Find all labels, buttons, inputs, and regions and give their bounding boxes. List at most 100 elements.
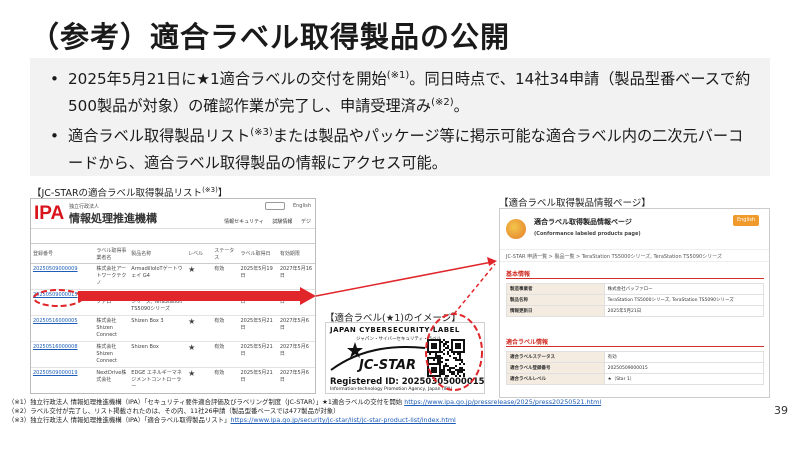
nav-item[interactable]: デジ [301, 219, 311, 225]
table-cell: 2025年5月21日 [238, 367, 278, 393]
breadcrumb[interactable]: JC-STAR 申請一覧 > 製品一覧 > TeraStation TS5000… [500, 249, 769, 262]
footnote: （※3）独立行政法人 情報処理推進機構（IPA）「適合ラベル取得製品リスト」ht… [8, 416, 601, 425]
column-header[interactable]: ラベル取得事業者名 [94, 243, 130, 264]
column-header[interactable]: 登録番号 [31, 243, 95, 264]
registration-link[interactable]: 20250509000019 [31, 367, 95, 393]
table-cell: ★ [186, 315, 213, 342]
product-list-screenshot: IPA 独立行政法人 情報処理推進機構 English 情報セキュリティ 試験情… [30, 198, 316, 394]
product-list-table: 登録番号 ラベル取得事業者名 製品名称 レベル ステータス ラベル取得日 有効期限 2025… [31, 243, 315, 395]
language-link[interactable]: English [293, 203, 311, 209]
registration-link[interactable]: 20250509000015 [31, 289, 95, 316]
connector-line [315, 261, 493, 297]
info-value: 20250509000015 [603, 362, 765, 374]
table-cell: 2027年5月6日 [278, 394, 315, 395]
registration-link[interactable]: 20250516000005 [31, 315, 95, 342]
nav-item[interactable]: 試験情報 [272, 219, 292, 225]
table-cell: NextDrive株式会社 [94, 367, 130, 393]
table-cell: 2025年5月19日 [238, 263, 278, 290]
info-row: 情報更新日 2025年5月21日 [506, 305, 765, 317]
table-cell: アクシスコミュニケーションズ [94, 394, 129, 395]
search-input[interactable] [265, 202, 285, 210]
registration-link[interactable]: 20250509000009 [31, 263, 95, 290]
table-row: 20250509000019 NextDrive株式会社 EDGE エネルギーマネジ… [31, 367, 315, 393]
table-cell: 株式会社Shizen Connect [94, 315, 130, 342]
table-cell: ★ [186, 367, 213, 393]
label-org: Information-technology Promotion Agency,… [330, 387, 453, 392]
column-header[interactable]: レベル [186, 243, 213, 264]
label-info-table: 適合ラベルステータス 有効 適合ラベル登録番号 20250509000015 適合ラベル… [506, 351, 765, 385]
qr-code-icon[interactable] [427, 339, 465, 377]
info-row: 適合ラベル登録番号 20250509000015 [506, 362, 765, 374]
table-cell: 2027年5月6日 [277, 367, 315, 393]
basic-info-table: 製造事業者 株式会社バッファロー 製品名称 TeraStation TS5000シリー… [506, 283, 765, 317]
table-cell: Shizen Box [129, 341, 187, 368]
caption-sup: (※3) [202, 185, 218, 194]
table-cell: 有効 [212, 263, 239, 290]
product-page-subtitle: (Conformance labeled products page) [534, 231, 641, 237]
table-cell: TeraStation TS5000シリーズ, TeraStation TS50… [129, 289, 187, 316]
info-key: 製品名称 [506, 294, 605, 306]
info-value: ★（Star 1） [603, 373, 765, 385]
table-cell: 有効 [212, 341, 239, 368]
table-row: 20250509000015 株式会社バッファロー TeraStation TS50… [31, 289, 315, 316]
info-row: 適合ラベルステータス 有効 [506, 351, 765, 363]
info-row: 適合ラベルレベル ★（Star 1） [506, 373, 765, 385]
arrow-head-icon [487, 257, 497, 266]
bullet-text: 適合ラベル取得製品リスト [68, 127, 251, 145]
ipa-org-name: 情報処理推進機構 [69, 212, 157, 225]
footnote-link[interactable]: https://www.ipa.go.jp/security/jc-star/l… [230, 416, 455, 424]
english-button[interactable]: English [733, 215, 759, 226]
table-cell: ★ [186, 394, 212, 395]
registration-link[interactable]: 20250516000008 [31, 341, 95, 368]
footnote-text: （※2）ラベル交付が完了し、リスト掲載されたのは、その内、11社26申請（製品型… [8, 407, 340, 415]
ipa-logo[interactable]: IPA [34, 203, 64, 225]
table-cell: 有効 [212, 315, 239, 342]
column-header[interactable]: ステータス [212, 243, 239, 264]
table-row: 20250516000008 株式会社Shizen Connect Shizen B… [31, 341, 315, 368]
table-cell: 2025年5月21日 [238, 315, 278, 342]
column-header[interactable]: ラベル取得日 [238, 243, 278, 264]
table-cell: 2027年5月6日 [277, 289, 315, 316]
label-info-heading: 適合ラベル情報 [506, 339, 549, 346]
footnote-ref: (※2) [431, 96, 454, 108]
label-brand: JC-STAR [356, 358, 416, 373]
footnote-text: （※1）独立行政法人 情報処理推進機構（IPA）「セキュリティ要件適合評価及びラ… [8, 398, 405, 406]
footnote-ref: (※1) [386, 69, 410, 81]
ipa-nav: 情報セキュリティ 試験情報 デジ [217, 218, 311, 225]
table-cell: ★ [186, 289, 213, 316]
footnote-text: （※3）独立行政法人 情報処理推進機構（IPA）「適合ラベル取得製品リスト」 [8, 416, 231, 424]
footnotes: （※1）独立行政法人 情報処理推進機構（IPA）「セキュリティ要件適合評価及びラ… [8, 398, 601, 425]
connector-line [453, 263, 496, 315]
info-row: 製品名称 TeraStation TS5000シリーズ, TeraStation … [506, 294, 765, 306]
info-key: 製造事業者 [506, 283, 605, 295]
table-cell: ★ [186, 263, 213, 290]
table-cell: 株式会社Shizen Connect [94, 341, 130, 368]
basic-info-heading: 基本情報 [506, 271, 531, 278]
bullet-text: 。 [453, 97, 469, 115]
footnote-ref: (※3) [250, 126, 273, 138]
page-number: 39 [774, 404, 788, 417]
info-row: 製造事業者 株式会社バッファロー [506, 283, 765, 295]
table-row: 20250509000009 株式会社アートワークテクノ ArmadilloIoTゲ… [31, 263, 315, 290]
section-divider [506, 278, 764, 279]
info-value: TeraStation TS5000シリーズ, TeraStation TS50… [603, 294, 765, 306]
jc-star-logo-icon: JC-STAR [330, 342, 426, 373]
caption-product-page: 【適合ラベル取得製品情報ページ】 [499, 198, 651, 209]
table-cell: 2025年5月21日 [238, 289, 278, 316]
table-cell: ★ [186, 341, 213, 368]
caption-product-list: 【JC-STARの適合ラベル取得製品リスト(※3)】 [32, 185, 227, 199]
registration-link[interactable]: 20250509000048 [31, 394, 94, 395]
info-key: 適合ラベルレベル [506, 373, 605, 385]
table-row: 20250509000048アクシスコミュニケーションズAxisネットワークカメ… [31, 394, 315, 395]
label-registered-id: Registered ID: 2025030500001527 [330, 377, 485, 387]
table-cell: 2027年5月16日 [277, 263, 315, 290]
column-header[interactable]: 製品名称 [129, 243, 187, 264]
table-cell: 株式会社バッファロー [94, 289, 130, 316]
footnote-link[interactable]: https://www.ipa.go.jp/pressrelease/2025/… [404, 398, 601, 406]
info-key: 適合ラベル登録番号 [506, 362, 605, 374]
bullet-item: 2025年5月21日に★1適合ラベルの交付を開始(※1)。同日時点で、14社34… [50, 66, 756, 120]
column-header[interactable]: 有効期限 [277, 243, 315, 264]
nav-item[interactable]: 情報セキュリティ [224, 219, 264, 225]
table-cell: 株式会社アートワークテクノ [94, 263, 130, 290]
info-value: 有効 [603, 351, 765, 363]
